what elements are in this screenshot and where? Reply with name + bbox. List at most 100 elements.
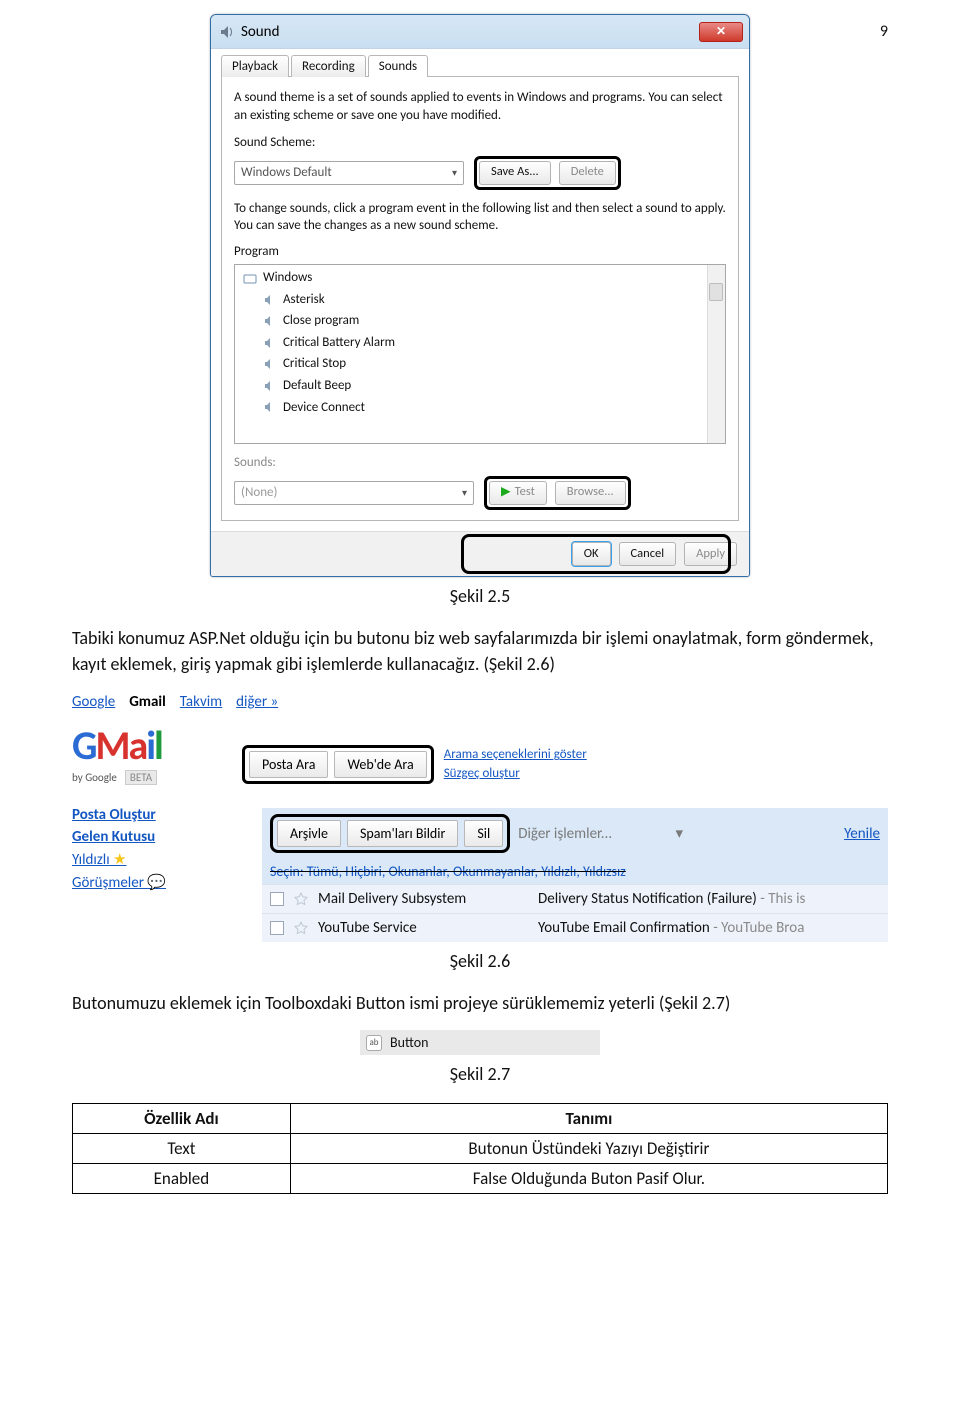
folder-icon [243,271,257,285]
gmail-figure: Google Gmail Takvim diğer » GMail by Goo… [72,691,888,942]
delete-mail-button[interactable]: Sil [464,820,503,847]
chat-icon: 💬 [147,874,166,892]
nav-calendar[interactable]: Takvim [180,693,222,711]
sound-dialog: Sound ✕ Playback Recording Sounds A soun… [210,14,750,577]
report-spam-button[interactable]: Spam'ları Bildir [347,820,458,847]
webde-ara-button[interactable]: Web'de Ara [334,751,426,778]
list-item: Close program [283,312,359,330]
scrollbar[interactable] [707,265,725,443]
scheme-value: Windows Default [241,164,332,182]
sound-icon [263,314,277,328]
close-icon: ✕ [716,24,726,39]
mail-row[interactable]: YouTube Service YouTube Email Confirmati… [262,913,888,942]
mail-snippet: - This is [757,890,806,908]
program-label: Program [234,243,726,261]
mail-from: YouTube Service [318,919,528,937]
chats-link[interactable]: Görüşmeler 💬 [72,871,252,894]
scheme-dropdown[interactable]: Windows Default ▾ [234,161,464,185]
chevron-down-icon: ▾ [676,825,684,843]
mail-snippet: - YouTube Broa [710,919,805,937]
toolbox-item-label: Button [390,1034,428,1051]
table-cell: Butonun Üstündeki Yazıyı Değiştirir [290,1134,887,1164]
inbox-link[interactable]: Gelen Kutusu [72,826,252,848]
posta-ara-button[interactable]: Posta Ara [249,751,328,778]
sounds-value: (None) [241,484,277,502]
highlight-search-buttons: Posta Ara Web'de Ara [242,745,434,784]
search-options-link[interactable]: Arama seçeneklerini göster [444,746,587,764]
nav-google[interactable]: Google [72,693,115,711]
list-item: Critical Battery Alarm [283,334,395,352]
table-cell: Text [73,1134,291,1164]
delete-button[interactable]: Delete [559,161,616,185]
figure-caption-26: Şekil 2.6 [72,950,888,972]
browse-button[interactable]: Browse... [555,481,626,505]
test-button[interactable]: ▶ Test [489,481,547,505]
saveas-button[interactable]: Save As... [479,161,551,185]
button-icon: ab [366,1035,382,1051]
sound-icon [263,400,277,414]
highlight-footer-buttons [461,534,731,574]
sound-icon [263,379,277,393]
chevron-down-icon: ▾ [462,486,467,500]
change-text: To change sounds, click a program event … [234,200,726,235]
figure-caption-27: Şekil 2.7 [72,1063,888,1085]
checkbox[interactable] [270,921,284,935]
archive-button[interactable]: Arşivle [277,820,341,847]
close-button[interactable]: ✕ [699,22,743,42]
intro-text: A sound theme is a set of sounds applied… [234,89,726,124]
tab-recording[interactable]: Recording [291,55,366,77]
program-list[interactable]: Windows Asterisk Close program Critical … [234,264,726,444]
refresh-link[interactable]: Yenile [844,825,880,843]
titlebar: Sound ✕ [211,15,749,49]
chevron-down-icon: ▾ [452,166,457,180]
mail-subject: YouTube Email Confirmation [538,919,710,937]
gmail-logo: GMail [72,721,162,770]
gmail-sidebar: Posta Oluştur Gelen Kutusu Yıldızlı ★ Gö… [72,804,252,894]
program-root: Windows [263,269,312,287]
table-header: Tanımı [290,1104,887,1134]
list-item: Asterisk [283,291,325,309]
more-actions-label: Diğer işlemler... [518,825,612,843]
table-cell: Enabled [73,1164,291,1194]
tab-panel-sounds: A sound theme is a set of sounds applied… [221,76,739,521]
tab-playback[interactable]: Playback [221,55,289,77]
list-item: Default Beep [283,377,351,395]
create-filter-link[interactable]: Süzgeç oluştur [444,765,587,783]
nav-gmail: Gmail [129,693,166,711]
table-row: Enabled False Olduğunda Buton Pasif Olur… [73,1164,888,1194]
figure-caption-25: Şekil 2.5 [72,585,888,607]
list-item: Critical Stop [283,355,346,373]
scroll-thumb[interactable] [709,283,723,301]
list-item: Device Connect [283,399,365,417]
sounds-dropdown[interactable]: (None) ▾ [234,481,474,505]
sound-icon [263,293,277,307]
table-cell: False Olduğunda Buton Pasif Olur. [290,1164,887,1194]
gmail-main: Arşivle Spam'ları Bildir Sil Diğer işlem… [262,808,888,942]
select-row[interactable]: Seçin: Tümü, Hiçbiri, Okunanlar, Okunmay… [270,863,626,880]
properties-table: Özellik Adı Tanımı Text Butonun Üstündek… [72,1103,888,1194]
mail-subject: Delivery Status Notification (Failure) [538,890,757,908]
table-row: Text Butonun Üstündeki Yazıyı Değiştirir [73,1134,888,1164]
star-icon[interactable] [294,921,308,935]
compose-link[interactable]: Posta Oluştur [72,804,252,826]
star-icon: ★ [113,851,126,869]
nav-more[interactable]: diğer » [236,693,278,711]
play-icon: ▶ [501,484,511,501]
beta-badge: BETA [125,770,157,785]
mail-row[interactable]: Mail Delivery Subsystem Delivery Status … [262,884,888,913]
star-icon[interactable] [294,892,308,906]
highlight-saveas-delete: Save As... Delete [474,156,621,190]
highlight-test-browse: ▶ Test Browse... [484,476,631,510]
checkbox[interactable] [270,892,284,906]
toolbox-item-button[interactable]: ab Button [360,1030,600,1055]
more-actions-dropdown[interactable]: Diğer işlemler... ▾ [518,824,836,843]
scheme-label: Sound Scheme: [234,134,726,152]
speaker-icon [219,24,235,40]
window-title: Sound [241,23,279,41]
highlight-toolbar-buttons: Arşivle Spam'ları Bildir Sil [270,814,510,853]
sound-icon [263,357,277,371]
table-header: Özellik Adı [73,1104,291,1134]
paragraph-1: Tabiki konumuz ASP.Net olduğu için bu bu… [72,625,888,677]
starred-link[interactable]: Yıldızlı ★ [72,848,252,871]
tab-sounds[interactable]: Sounds [368,55,428,77]
